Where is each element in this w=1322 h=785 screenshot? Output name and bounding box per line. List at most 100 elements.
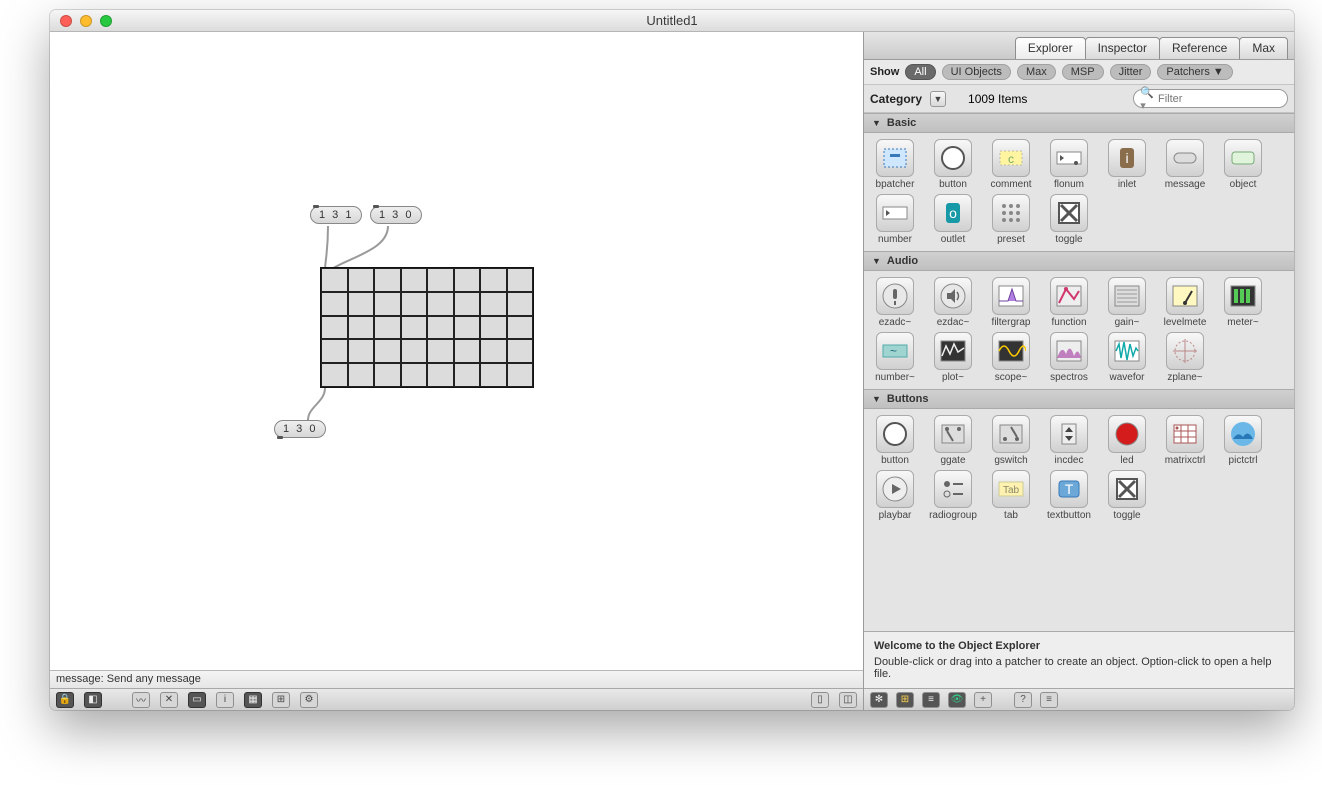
patcher-canvas[interactable]: 1 3 1 1 3 0 1 3 0 xyxy=(50,32,863,670)
scope-icon xyxy=(996,336,1026,366)
lock-icon[interactable]: 🔒 xyxy=(56,692,74,708)
lines-icon[interactable]: ≡ xyxy=(1040,692,1058,708)
obj-outlet[interactable]: ooutlet xyxy=(926,194,980,245)
obj-ezdac[interactable]: ezdac~ xyxy=(926,277,980,328)
zoom-icon[interactable] xyxy=(100,15,112,27)
obj-message[interactable]: message xyxy=(1158,139,1212,190)
tab-reference[interactable]: Reference xyxy=(1159,37,1240,59)
obj-scope[interactable]: scope~ xyxy=(984,332,1038,383)
pictctrl-icon xyxy=(1228,419,1258,449)
obj-label: meter~ xyxy=(1216,317,1270,328)
patchcord-icon[interactable]: 〰 xyxy=(132,692,150,708)
obj-toggle[interactable]: toggle xyxy=(1042,194,1096,245)
help-icon[interactable]: ? xyxy=(1014,692,1032,708)
playbar-icon xyxy=(880,474,910,504)
search-field[interactable]: 🔍▾ xyxy=(1133,89,1288,108)
obj-meter[interactable]: meter~ xyxy=(1216,277,1270,328)
obj-plot[interactable]: plot~ xyxy=(926,332,980,383)
obj-label: spectros xyxy=(1042,372,1096,383)
mic-icon xyxy=(880,281,910,311)
obj-object[interactable]: object xyxy=(1216,139,1270,190)
minimize-icon[interactable] xyxy=(80,15,92,27)
section-header-audio[interactable]: Audio xyxy=(864,251,1294,271)
tab-max[interactable]: Max xyxy=(1239,37,1288,59)
obj-number[interactable]: number xyxy=(868,194,922,245)
category-row: Category ▼ 1009 Items 🔍▾ xyxy=(864,85,1294,113)
grid-view-icon[interactable]: ⊞ xyxy=(896,692,914,708)
section-header-buttons[interactable]: Buttons xyxy=(864,389,1294,409)
obj-label: gswitch xyxy=(984,455,1038,466)
obj-textbutton[interactable]: Ttextbutton xyxy=(1042,470,1096,521)
category-dropdown-icon[interactable]: ▼ xyxy=(930,91,946,107)
obj-waveform[interactable]: wavefor xyxy=(1100,332,1154,383)
close-icon[interactable] xyxy=(60,15,72,27)
obj-spectroscope[interactable]: spectros xyxy=(1042,332,1096,383)
waveform-icon xyxy=(1112,336,1142,366)
sidebar: Explorer Inspector Reference Max Show Al… xyxy=(864,32,1294,710)
obj-zplane[interactable]: zplane~ xyxy=(1158,332,1212,383)
obj-comment[interactable]: ccomment xyxy=(984,139,1038,190)
filter-jitter[interactable]: Jitter xyxy=(1110,64,1152,80)
obj-gain[interactable]: gain~ xyxy=(1100,277,1154,328)
obj-preset[interactable]: preset xyxy=(984,194,1038,245)
presentation-icon[interactable]: ▭ xyxy=(188,692,206,708)
obj-tab[interactable]: Tabtab xyxy=(984,470,1038,521)
filter-patchers[interactable]: Patchers ▼ xyxy=(1157,64,1232,80)
info-icon[interactable]: i xyxy=(216,692,234,708)
grid-icon[interactable]: ⊞ xyxy=(272,692,290,708)
obj-radiogroup[interactable]: radiogroup xyxy=(926,470,980,521)
new-object-icon[interactable]: ◧ xyxy=(84,692,102,708)
tab-explorer[interactable]: Explorer xyxy=(1015,37,1086,59)
obj-bpatcher[interactable]: bpatcher xyxy=(868,139,922,190)
obj-function[interactable]: function xyxy=(1042,277,1096,328)
matrixctrl-object[interactable] xyxy=(320,267,534,388)
obj-pictctrl[interactable]: pictctrl xyxy=(1216,415,1270,466)
obj-inlet[interactable]: iinlet xyxy=(1100,139,1154,190)
message-text: 1 3 0 xyxy=(379,209,413,221)
search-icon: 🔍▾ xyxy=(1140,86,1154,112)
filter-ui-objects[interactable]: UI Objects xyxy=(942,64,1011,80)
tab-inspector[interactable]: Inspector xyxy=(1085,37,1160,59)
palette-grid-audio: ezadc~ ezdac~ filtergrap function gain~ … xyxy=(864,271,1294,389)
eye-icon[interactable]: 👁 xyxy=(948,692,966,708)
palette-scroll[interactable]: Basic bpatcher button ccomment flonum ii… xyxy=(864,113,1294,631)
filtergraph-icon xyxy=(996,281,1026,311)
gear-icon[interactable]: ✻ xyxy=(870,692,888,708)
message-box-2[interactable]: 1 3 0 xyxy=(370,206,422,224)
obj-ggate[interactable]: ggate xyxy=(926,415,980,466)
split-pane-icon[interactable]: ◫ xyxy=(839,692,857,708)
section-header-basic[interactable]: Basic xyxy=(864,113,1294,133)
obj-toggle2[interactable]: toggle xyxy=(1100,470,1154,521)
filter-msp[interactable]: MSP xyxy=(1062,64,1104,80)
obj-flonum[interactable]: flonum xyxy=(1042,139,1096,190)
info-box: Welcome to the Object Explorer Double-cl… xyxy=(864,631,1294,688)
obj-playbar[interactable]: playbar xyxy=(868,470,922,521)
x-icon[interactable]: ✕ xyxy=(160,692,178,708)
obj-numbertilde[interactable]: ~number~ xyxy=(868,332,922,383)
obj-ezadc[interactable]: ezadc~ xyxy=(868,277,922,328)
obj-levelmeter[interactable]: levelmete xyxy=(1158,277,1212,328)
filter-max[interactable]: Max xyxy=(1017,64,1056,80)
message-box-3[interactable]: 1 3 0 xyxy=(274,420,326,438)
obj-led[interactable]: led xyxy=(1100,415,1154,466)
filter-all[interactable]: All xyxy=(905,64,935,80)
obj-label: tab xyxy=(984,510,1038,521)
obj-filtergraph[interactable]: filtergrap xyxy=(984,277,1038,328)
svg-text:i: i xyxy=(1125,150,1128,166)
number-icon xyxy=(880,198,910,228)
single-pane-icon[interactable]: ▯ xyxy=(811,692,829,708)
plus-icon[interactable]: + xyxy=(974,692,992,708)
obj-matrixctrl[interactable]: matrixctrl xyxy=(1158,415,1212,466)
obj-incdec[interactable]: incdec xyxy=(1042,415,1096,466)
obj-label: outlet xyxy=(926,234,980,245)
obj-label: zplane~ xyxy=(1158,372,1212,383)
debug-icon[interactable]: ⚙ xyxy=(300,692,318,708)
obj-button[interactable]: button xyxy=(926,139,980,190)
obj-button2[interactable]: button xyxy=(868,415,922,466)
obj-gswitch[interactable]: gswitch xyxy=(984,415,1038,466)
list-view-icon[interactable]: ≡ xyxy=(922,692,940,708)
titlebar: Untitled1 xyxy=(50,10,1294,32)
message-box-1[interactable]: 1 3 1 xyxy=(310,206,362,224)
grid-snap-icon[interactable]: ▦ xyxy=(244,692,262,708)
search-input[interactable] xyxy=(1158,93,1281,105)
